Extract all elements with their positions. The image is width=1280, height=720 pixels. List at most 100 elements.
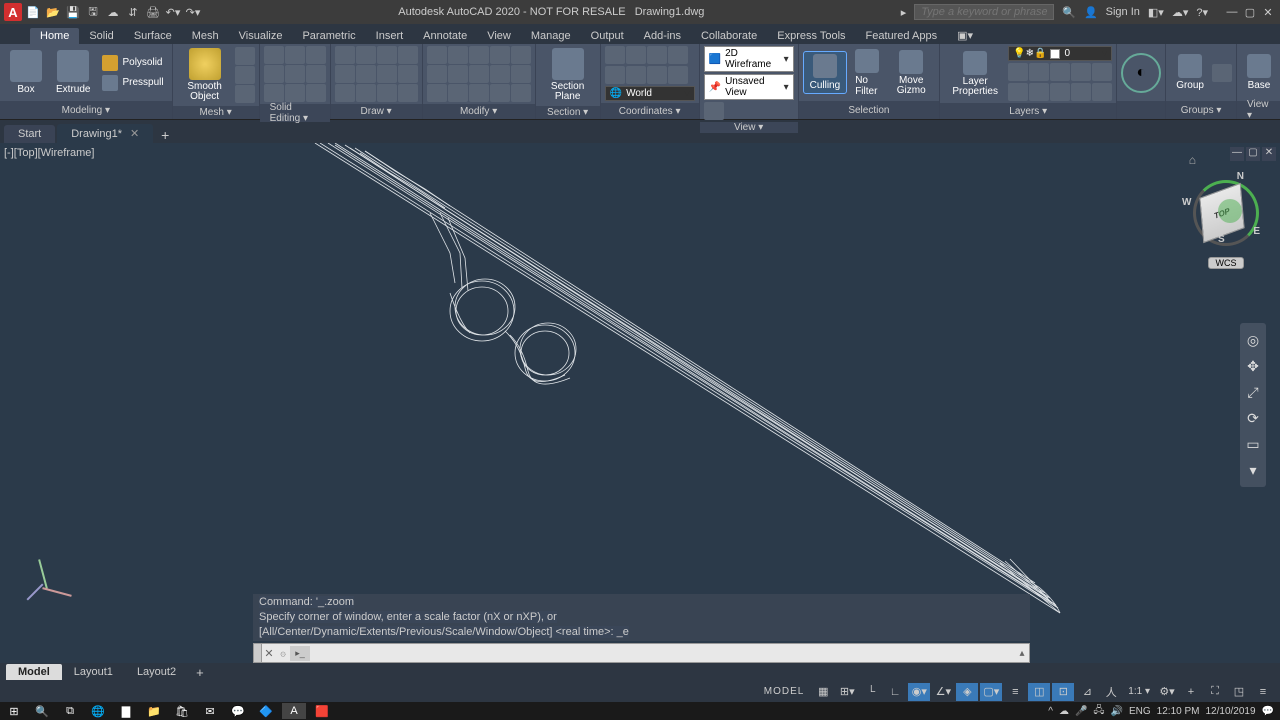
start-button[interactable]: ⊞ (2, 703, 26, 719)
scale-icon[interactable] (448, 84, 468, 102)
presspull-button[interactable]: Presspull (98, 74, 167, 92)
helix-icon[interactable] (398, 84, 418, 102)
polyline-icon[interactable] (356, 46, 376, 64)
search-icon[interactable]: 🔍 (1062, 6, 1076, 19)
tab-solid[interactable]: Solid (79, 28, 123, 44)
mesh-panel-label[interactable]: Mesh ▾ (199, 107, 231, 118)
orbit-icon[interactable]: ⟳ (1240, 405, 1266, 431)
qat-undo-icon[interactable]: ↶▾ (164, 3, 182, 21)
mesh-tool3-icon[interactable] (235, 85, 255, 103)
taskbar-app-icon[interactable]: 🔷 (254, 703, 278, 719)
culling-button[interactable]: Culling (803, 51, 848, 94)
status-gear-icon[interactable]: ⚙▾ (1156, 683, 1178, 701)
mesh-tool-icon[interactable] (235, 47, 255, 65)
m15-icon[interactable] (511, 84, 531, 102)
ucs8-icon[interactable] (668, 66, 688, 84)
doc-tab-start[interactable]: Start (4, 125, 55, 143)
lay3-icon[interactable] (1050, 63, 1070, 81)
new-tab-button[interactable]: + (155, 127, 175, 143)
cmdline-drag-handle[interactable] (254, 644, 262, 662)
taskbar-explorer-icon[interactable]: 📁 (142, 703, 166, 719)
lay1-icon[interactable] (1008, 63, 1028, 81)
status-iso-icon[interactable]: ◳ (1228, 683, 1250, 701)
view-extra-icon[interactable] (704, 102, 724, 120)
modify-panel-label[interactable]: Modify ▾ (460, 106, 497, 117)
region-icon[interactable] (377, 84, 397, 102)
union-icon[interactable] (264, 46, 284, 64)
groups-panel-label[interactable]: Groups ▾ (1181, 105, 1222, 116)
face-icon[interactable] (285, 84, 305, 102)
ucs4-icon[interactable] (668, 46, 688, 64)
compass-w[interactable]: W (1182, 197, 1191, 208)
tray-net-icon[interactable]: 🖧 (1093, 703, 1104, 720)
qat-saveas-icon[interactable]: 🖫 (84, 3, 102, 21)
tab-insert[interactable]: Insert (366, 28, 414, 44)
point-icon[interactable] (356, 84, 376, 102)
rev-icon[interactable] (356, 65, 376, 83)
status-transparency-icon[interactable]: ◫ (1028, 683, 1050, 701)
tab-collaborate[interactable]: Collaborate (691, 28, 767, 44)
visual-style-dropdown[interactable]: 🟦 2D Wireframe (704, 46, 794, 72)
infocenter-arrow-icon[interactable]: ▸ (901, 6, 907, 19)
m10-icon[interactable] (511, 65, 531, 83)
ucs-world-dropdown[interactable]: 🌐 World (605, 86, 695, 101)
status-sc-icon[interactable]: ⊡ (1052, 683, 1074, 701)
spline-icon[interactable] (398, 65, 418, 83)
group-button[interactable]: Group (1170, 52, 1210, 93)
tab-visualize[interactable]: Visualize (229, 28, 293, 44)
tray-lang[interactable]: ENG (1129, 706, 1151, 717)
autodesk-app-icon[interactable]: ◧▾ (1148, 6, 1164, 19)
tab-surface[interactable]: Surface (124, 28, 182, 44)
circle-icon[interactable] (377, 46, 397, 64)
ucs1-icon[interactable] (605, 46, 625, 64)
tab-annotate[interactable]: Annotate (413, 28, 477, 44)
status-snap-icon[interactable]: ⊞▾ (836, 683, 858, 701)
command-input[interactable] (310, 647, 1015, 659)
qat-cloud-open-icon[interactable]: ☁ (104, 3, 122, 21)
rotate-icon[interactable] (448, 46, 468, 64)
lay10-icon[interactable] (1092, 83, 1112, 101)
tab-mesh[interactable]: Mesh (182, 28, 229, 44)
infocenter-search-input[interactable] (914, 4, 1054, 20)
nav-more-icon[interactable]: ▾ (1240, 457, 1266, 483)
tab-output[interactable]: Output (581, 28, 634, 44)
explode-icon[interactable] (490, 65, 510, 83)
status-dyn-icon[interactable]: 人 (1100, 683, 1122, 701)
layout-tab-model[interactable]: Model (6, 664, 62, 680)
subtract-icon[interactable] (285, 46, 305, 64)
m5-icon[interactable] (511, 46, 531, 64)
wcs-button[interactable]: WCS (1208, 257, 1244, 269)
array-icon[interactable] (469, 84, 489, 102)
move-gizmo-button[interactable]: Move Gizmo (887, 48, 935, 98)
viewcube[interactable]: TOP N S E W (1196, 177, 1256, 237)
line-icon[interactable] (335, 46, 355, 64)
tab-home[interactable]: Home (30, 28, 79, 44)
lay9-icon[interactable] (1071, 83, 1091, 101)
lay6-icon[interactable] (1008, 83, 1028, 101)
ucs7-icon[interactable] (647, 66, 667, 84)
steering-wheel-icon[interactable]: ◎ (1240, 327, 1266, 353)
polysolid-button[interactable]: Polysolid (98, 54, 167, 72)
layer-properties-button[interactable]: Layer Properties (944, 49, 1006, 99)
offset-icon[interactable] (490, 84, 510, 102)
status-osnap-icon[interactable]: ∠▾ (932, 683, 954, 701)
taskbar-autocad-icon[interactable]: A (282, 703, 306, 719)
taskbar-mail-icon[interactable]: ✉ (198, 703, 222, 719)
status-polar-icon[interactable]: ∟ (884, 683, 906, 701)
ellipse-icon[interactable] (377, 65, 397, 83)
drawing-canvas[interactable]: [-][Top][Wireframe] — ▢ ✕ (0, 143, 1280, 663)
modeling-panel-label[interactable]: Modeling ▾ (62, 105, 110, 116)
tab-manage[interactable]: Manage (521, 28, 581, 44)
slice-icon[interactable] (264, 65, 284, 83)
status-3dosnap-icon[interactable]: ◈ (956, 683, 978, 701)
layout-tab-2[interactable]: Layout2 (125, 664, 188, 680)
status-customize-icon[interactable]: ≡ (1252, 683, 1274, 701)
tab-addins[interactable]: Add-ins (634, 28, 691, 44)
view2-panel-label[interactable]: View ▾ (1247, 99, 1271, 121)
copy-icon[interactable] (427, 65, 447, 83)
lay4-icon[interactable] (1071, 63, 1091, 81)
win-search-icon[interactable]: 🔍 (30, 703, 54, 719)
no-filter-button[interactable]: No Filter (849, 47, 885, 99)
tab-express[interactable]: Express Tools (767, 28, 855, 44)
tray-up-icon[interactable]: ^ (1048, 706, 1053, 717)
